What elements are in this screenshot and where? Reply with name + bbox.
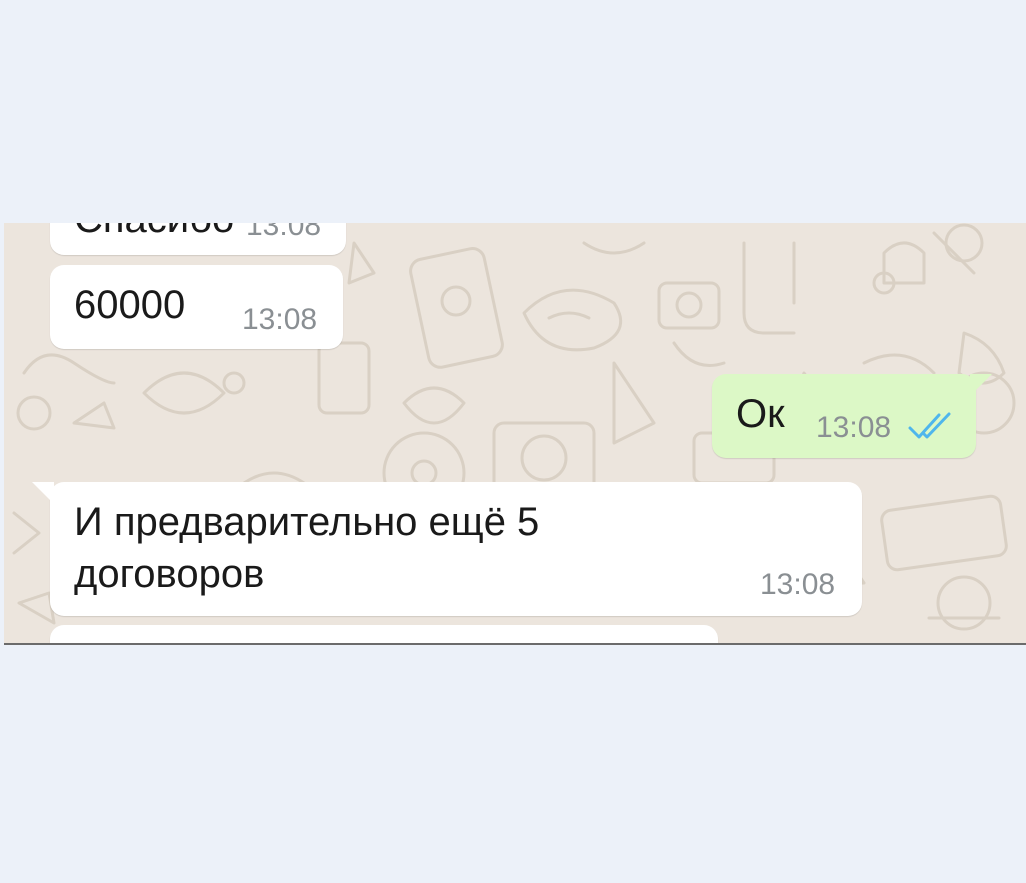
message-text: И предварительно ещё 5 договоров	[74, 500, 540, 596]
message-timestamp: 13:08	[816, 411, 892, 444]
message-timestamp: 13:08	[242, 303, 318, 336]
chat-message-area[interactable]: Спасибо 13:08 60000 13:08 Ок 13:08 И пре…	[4, 223, 1026, 645]
double-check-read-icon	[908, 412, 951, 439]
message-bubble-outgoing[interactable]: Ок 13:08	[712, 374, 976, 458]
message-timestamp: 13:08	[246, 223, 322, 242]
message-text: Спасибо	[74, 223, 234, 245]
screenshot-canvas: Спасибо 13:08 60000 13:08 Ок 13:08 И пре…	[0, 0, 1026, 883]
message-text: 60000	[74, 283, 186, 327]
bubble-tail	[32, 482, 54, 504]
message-bubble-incoming[interactable]: Спасибо 13:08	[50, 223, 346, 255]
message-bubble-incoming[interactable]	[50, 625, 718, 643]
message-bubble-incoming[interactable]: И предварительно ещё 5 договоров 13:08	[50, 482, 862, 616]
message-bubble-incoming[interactable]: 60000 13:08	[50, 265, 343, 349]
message-timestamp: 13:08	[760, 568, 836, 601]
bubble-tail	[970, 374, 992, 396]
message-text: Ок	[736, 392, 785, 436]
